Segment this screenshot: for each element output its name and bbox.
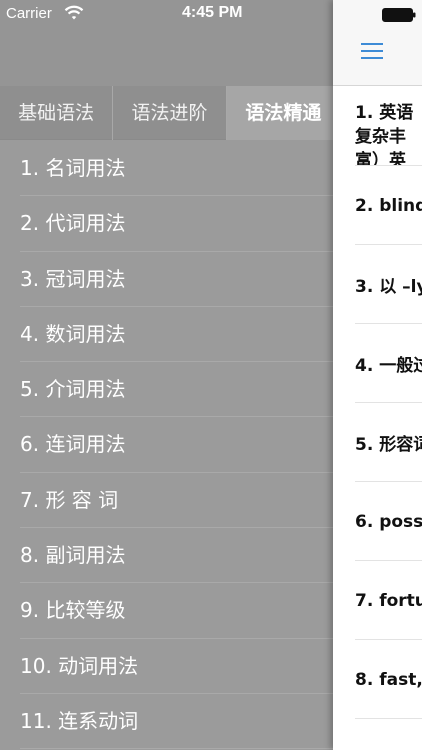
list-item[interactable]: 6. possi (333, 482, 422, 561)
menu-item[interactable]: 5. 介词用法 (0, 362, 340, 418)
content-panel[interactable]: 1. 英语复杂丰富）英 2. blind 3. 以 –ly 4. 一般过 5. … (333, 0, 422, 750)
list-item[interactable]: 7. fortur (333, 561, 422, 640)
wifi-icon (64, 5, 84, 20)
tab-grammar-mastery[interactable]: 语法精通 (226, 86, 340, 140)
side-menu: 基础语法 语法进阶 语法精通 1. 名词用法 2. 代词用法 3. 冠词用法 4… (0, 0, 340, 750)
clock: 4:45 PM (182, 4, 243, 21)
list-item[interactable]: 5. 形容词 (333, 403, 422, 482)
article-list: 1. 英语复杂丰富）英 2. blind 3. 以 –ly 4. 一般过 5. … (333, 87, 422, 719)
hamburger-menu-icon[interactable] (361, 43, 383, 61)
battery-icon (382, 8, 416, 22)
menu-list: 1. 名词用法 2. 代词用法 3. 冠词用法 4. 数词用法 5. 介词用法 … (0, 141, 340, 750)
status-bar: Carrier 4:45 PM (0, 0, 422, 30)
tab-basic-grammar[interactable]: 基础语法 (0, 86, 114, 140)
menu-item[interactable]: 10. 动词用法 (0, 639, 340, 695)
menu-item[interactable]: 3. 冠词用法 (0, 252, 340, 308)
menu-item[interactable]: 11. 连系动词 (0, 694, 340, 750)
menu-item[interactable]: 2. 代词用法 (0, 196, 340, 252)
carrier-label: Carrier (6, 5, 52, 22)
list-item[interactable]: 4. 一般过 (333, 324, 422, 403)
list-item[interactable]: 8. fast, (333, 640, 422, 719)
menu-item[interactable]: 4. 数词用法 (0, 307, 340, 363)
menu-item[interactable]: 8. 副词用法 (0, 528, 340, 584)
tab-advanced-grammar[interactable]: 语法进阶 (113, 86, 227, 140)
list-item[interactable]: 3. 以 –ly (333, 245, 422, 324)
menu-item[interactable]: 6. 连词用法 (0, 417, 340, 474)
list-item[interactable]: 1. 英语复杂丰富）英 (333, 87, 422, 166)
menu-item[interactable]: 1. 名词用法 (0, 141, 340, 197)
category-tabs: 基础语法 语法进阶 语法精通 (0, 86, 340, 140)
screen: 基础语法 语法进阶 语法精通 1. 名词用法 2. 代词用法 3. 冠词用法 4… (0, 0, 422, 750)
menu-item[interactable]: 7. 形 容 词 (0, 473, 340, 529)
list-item[interactable]: 2. blind (333, 166, 422, 245)
menu-item[interactable]: 9. 比较等级 (0, 583, 340, 639)
